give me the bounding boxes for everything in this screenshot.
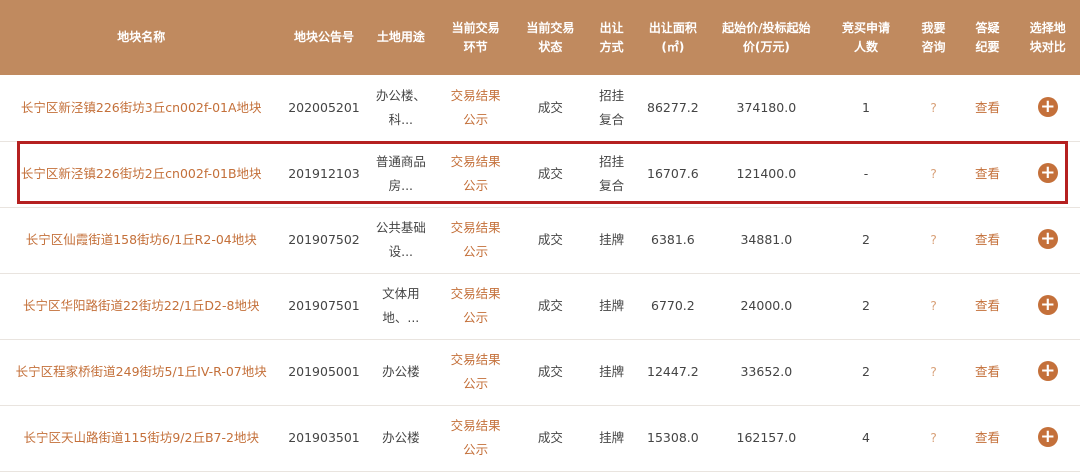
qa-view-link[interactable]: 查看 xyxy=(959,405,1016,472)
applicant-count: 2 xyxy=(824,207,908,274)
table-header: 地块名称 地块公告号 土地用途 当前交易 环节 当前交易 状态 出让 方式 出让面积(… xyxy=(0,0,1080,75)
compare-cell: + xyxy=(1015,207,1080,274)
parcel-name-link[interactable]: 长宁区程家桥街道249街坊5/1丘IV-R-07地块 xyxy=(0,339,283,406)
trade-status: 成交 xyxy=(515,141,586,208)
consult-link[interactable]: ? xyxy=(907,405,960,472)
land-usage: 文体用 地、... xyxy=(365,273,437,340)
parcel-name-link[interactable]: 长宁区天山路街道115街坊9/2丘B7-2地块 xyxy=(0,405,283,472)
header-notice: 地块公告号 xyxy=(293,30,354,44)
trade-stage-link[interactable]: 交易结果 公示 xyxy=(436,75,516,142)
qa-view-link[interactable]: 查看 xyxy=(959,141,1016,208)
parcel-area: 15308.0 xyxy=(637,405,709,472)
parcel-area: 86277.2 xyxy=(637,75,709,142)
starting-price: 121400.0 xyxy=(708,141,825,208)
transfer-method: 挂牌 xyxy=(585,405,638,472)
transfer-method: 招挂 复合 xyxy=(585,141,638,208)
add-compare-icon[interactable]: + xyxy=(1037,295,1058,315)
transfer-method: 挂牌 xyxy=(585,339,638,406)
header-qa: 答疑 纪要 xyxy=(975,20,1000,54)
header-method: 出让 方式 xyxy=(599,20,624,54)
parcel-area: 16707.6 xyxy=(637,141,709,208)
header-usage: 土地用途 xyxy=(376,30,425,44)
trade-stage-link[interactable]: 交易结果 公示 xyxy=(436,339,516,406)
add-compare-icon[interactable]: + xyxy=(1037,96,1058,117)
consult-link[interactable]: ? xyxy=(907,141,960,208)
applicant-count: 2 xyxy=(824,339,908,406)
table-row: 长宁区新泾镇226街坊3丘cn002f-01A地块 202005201 办公楼、… xyxy=(0,75,1080,142)
table-row: 长宁区仙霞街道158街坊6/1丘R2-04地块 201907502 公共基础 设.… xyxy=(0,207,1080,274)
consult-link[interactable]: ? xyxy=(907,273,960,340)
notice-number: 201912103 xyxy=(282,141,366,208)
header-price: 起始价/投标起始 价(万元) xyxy=(722,20,811,54)
add-compare-icon[interactable]: + xyxy=(1037,427,1058,447)
trade-stage-link[interactable]: 交易结果 公示 xyxy=(436,405,516,472)
parcel-name-link[interactable]: 长宁区华阳路街道22街坊22/1丘D2-8地块 xyxy=(0,273,283,340)
header-area: 出让面积 (㎡) xyxy=(648,20,697,54)
parcel-area: 6381.6 xyxy=(637,207,709,274)
starting-price: 374180.0 xyxy=(708,75,825,142)
starting-price: 24000.0 xyxy=(708,273,825,340)
notice-number: 201903501 xyxy=(282,405,366,472)
qa-view-link[interactable]: 查看 xyxy=(959,75,1016,142)
land-usage: 办公楼 xyxy=(365,405,437,472)
trade-status: 成交 xyxy=(515,273,586,340)
applicant-count: 1 xyxy=(824,75,908,142)
transfer-method: 挂牌 xyxy=(585,273,638,340)
header-consult: 我要 咨询 xyxy=(921,20,946,54)
applicant-count: - xyxy=(824,141,908,208)
starting-price: 162157.0 xyxy=(708,405,825,472)
land-usage: 办公楼、 科... xyxy=(365,75,437,142)
header-name: 地块名称 xyxy=(117,30,166,44)
trade-stage-link[interactable]: 交易结果 公示 xyxy=(436,273,516,340)
compare-cell: + xyxy=(1015,141,1080,208)
notice-number: 201907502 xyxy=(282,207,366,274)
applicant-count: 2 xyxy=(824,273,908,340)
parcel-name-link[interactable]: 长宁区仙霞街道158街坊6/1丘R2-04地块 xyxy=(0,207,283,274)
consult-link[interactable]: ? xyxy=(907,339,960,406)
table-row: 长宁区程家桥街道249街坊5/1丘IV-R-07地块 201905001 办公楼… xyxy=(0,339,1080,406)
add-compare-icon[interactable]: + xyxy=(1037,163,1058,183)
land-usage: 公共基础 设... xyxy=(365,207,437,274)
parcel-area: 12447.2 xyxy=(637,339,709,406)
table-row: 长宁区新泾镇226街坊2丘cn002f-01B地块 201912103 普通商品… xyxy=(0,141,1080,208)
notice-number: 201907501 xyxy=(282,273,366,340)
trade-stage-link[interactable]: 交易结果 公示 xyxy=(436,141,516,208)
parcel-area: 6770.2 xyxy=(637,273,709,340)
header-stage: 当前交易 环节 xyxy=(451,20,500,54)
consult-link[interactable]: ? xyxy=(907,75,960,142)
trade-status: 成交 xyxy=(515,75,586,142)
qa-view-link[interactable]: 查看 xyxy=(959,339,1016,406)
land-usage: 办公楼 xyxy=(365,339,437,406)
table-row: 长宁区天山路街道115街坊9/2丘B7-2地块 201903501 办公楼 交易… xyxy=(0,405,1080,472)
consult-link[interactable]: ? xyxy=(907,207,960,274)
qa-view-link[interactable]: 查看 xyxy=(959,207,1016,274)
land-parcel-table: 地块名称 地块公告号 土地用途 当前交易 环节 当前交易 状态 出让 方式 出让面积(… xyxy=(0,0,1080,472)
land-usage: 普通商品 房... xyxy=(365,141,437,208)
notice-number: 201905001 xyxy=(282,339,366,406)
table-row: 长宁区华阳路街道22街坊22/1丘D2-8地块 201907501 文体用 地、.… xyxy=(0,273,1080,340)
compare-cell: + xyxy=(1015,405,1080,472)
compare-cell: + xyxy=(1015,273,1080,340)
trade-status: 成交 xyxy=(515,207,586,274)
applicant-count: 4 xyxy=(824,405,908,472)
parcel-name-link[interactable]: 长宁区新泾镇226街坊2丘cn002f-01B地块 xyxy=(0,141,283,208)
trade-status: 成交 xyxy=(515,339,586,406)
starting-price: 33652.0 xyxy=(708,339,825,406)
parcel-name-link[interactable]: 长宁区新泾镇226街坊3丘cn002f-01A地块 xyxy=(0,75,283,142)
compare-cell: + xyxy=(1015,339,1080,406)
header-applicants: 竞买申请 人数 xyxy=(842,20,891,54)
add-compare-icon[interactable]: + xyxy=(1037,229,1058,249)
notice-number: 202005201 xyxy=(282,75,366,142)
header-status: 当前交易 状态 xyxy=(526,20,575,54)
header-compare: 选择地 块对比 xyxy=(1029,20,1066,54)
transfer-method: 挂牌 xyxy=(585,207,638,274)
transfer-method: 招挂 复合 xyxy=(585,75,638,142)
compare-cell: + xyxy=(1015,75,1080,142)
trade-stage-link[interactable]: 交易结果 公示 xyxy=(436,207,516,274)
qa-view-link[interactable]: 查看 xyxy=(959,273,1016,340)
land-parcel-table-panel: 地块名称 地块公告号 土地用途 当前交易 环节 当前交易 状态 出让 方式 出让面积(… xyxy=(0,0,1080,476)
starting-price: 34881.0 xyxy=(708,207,825,274)
add-compare-icon[interactable]: + xyxy=(1037,361,1058,381)
trade-status: 成交 xyxy=(515,405,586,472)
